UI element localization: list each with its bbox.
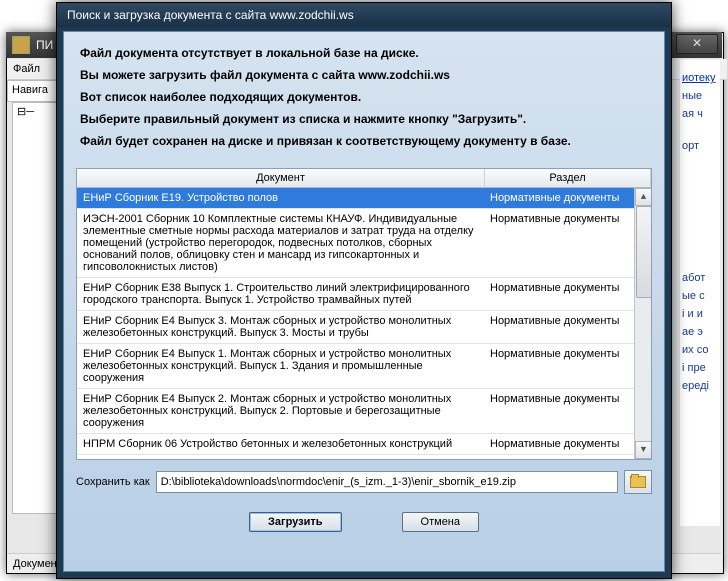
app-icon: [12, 36, 30, 54]
table-header: Документ Раздел: [77, 169, 651, 188]
documents-table: Документ Раздел ЕНиР Сборник Е19. Устрой…: [76, 168, 652, 460]
cell-document: ЕНиР Сборник Е4 Выпуск 2. Монтаж сборных…: [77, 389, 484, 433]
column-section[interactable]: Раздел: [485, 169, 651, 187]
menu-file[interactable]: Файл: [13, 63, 40, 75]
table-row[interactable]: ЕНиР Сборник Е4 Выпуск 1. Монтаж сборных…: [77, 344, 651, 389]
vertical-scrollbar[interactable]: ▲ ▼: [634, 188, 651, 459]
msg-line4: Выберите правильный документ из списка и…: [80, 112, 648, 126]
main-window-title: ПИ: [36, 38, 53, 52]
scroll-thumb[interactable]: [636, 206, 651, 298]
dialog-title: Поиск и загрузка документа с сайта www.z…: [67, 8, 354, 22]
table-body: ЕНиР Сборник Е19. Устройство половНормат…: [77, 188, 651, 459]
cell-document: ЕНиР Сборник Е38 Выпуск 1. Строительство…: [77, 278, 484, 310]
cell-section: Нормативные документы: [484, 209, 651, 277]
download-button[interactable]: Загрузить: [249, 512, 342, 532]
save-as-row: Сохранить как: [76, 470, 652, 494]
link-library[interactable]: иотеку: [682, 72, 720, 84]
table-row[interactable]: ЕНиР Сборник Е4 Выпуск 3. Монтаж сборных…: [77, 311, 651, 344]
msg-line1: Файл документа отсутствует в локальной б…: [80, 46, 648, 60]
close-icon[interactable]: ✕: [676, 34, 718, 54]
cell-section: Нормативные документы: [484, 188, 651, 208]
column-document[interactable]: Документ: [77, 169, 485, 187]
save-as-input[interactable]: [156, 471, 618, 493]
table-row[interactable]: ЕНиР Сборник Е19. Устройство половНормат…: [77, 188, 651, 209]
cell-document: ЕНиР Сборник Е4 Выпуск 1. Монтаж сборных…: [77, 344, 484, 388]
folder-icon: [630, 476, 646, 488]
status-text: Докумен: [13, 558, 57, 570]
table-row[interactable]: ЕНиР Сборник Е38 Выпуск 1. Строительство…: [77, 278, 651, 311]
download-dialog: Поиск и загрузка документа с сайта www.z…: [56, 2, 672, 579]
cell-section: Нормативные документы: [484, 278, 651, 310]
save-as-label: Сохранить как: [76, 476, 150, 488]
cell-document: ЕНиР Сборник Е4 Выпуск 3. Монтаж сборных…: [77, 311, 484, 343]
msg-line3: Вот список наиболее подходящих документо…: [80, 90, 648, 104]
cell-document: ЕНиР Сборник Е19. Устройство полов: [77, 188, 484, 208]
cell-section: Нормативные документы: [484, 311, 651, 343]
msg-line2: Вы можете загрузить файл документа с сай…: [80, 68, 648, 82]
table-row[interactable]: ИЭСН-2001 Сборник 10 Комплектные системы…: [77, 209, 651, 278]
cell-document: ИЭСН-2001 Сборник 10 Комплектные системы…: [77, 209, 484, 277]
msg-line5: Файл будет сохранен на диске и привязан …: [80, 134, 648, 148]
cancel-button[interactable]: Отмена: [402, 512, 479, 532]
dialog-titlebar[interactable]: Поиск и загрузка документа с сайта www.z…: [57, 3, 671, 27]
scroll-up-icon[interactable]: ▲: [635, 188, 651, 206]
dialog-buttons: Загрузить Отмена: [64, 512, 664, 532]
dialog-message: Файл документа отсутствует в локальной б…: [64, 32, 664, 162]
right-panel: иотеку ные ая ч орт абот ые с і и и ае э…: [680, 60, 720, 526]
cell-section: Нормативные документы: [484, 434, 651, 454]
cell-section: Нормативные документы: [484, 344, 651, 388]
cell-document: НПРМ Сборник 06 Устройство бетонных и же…: [77, 434, 484, 454]
table-row[interactable]: ЕНиР Сборник Е4 Выпуск 2. Монтаж сборных…: [77, 389, 651, 434]
browse-button[interactable]: [624, 470, 652, 494]
table-row[interactable]: НПРМ Сборник 06 Устройство бетонных и же…: [77, 434, 651, 455]
cell-section: Нормативные документы: [484, 389, 651, 433]
dialog-client: Файл документа отсутствует в локальной б…: [63, 31, 665, 572]
scroll-down-icon[interactable]: ▼: [635, 441, 651, 459]
